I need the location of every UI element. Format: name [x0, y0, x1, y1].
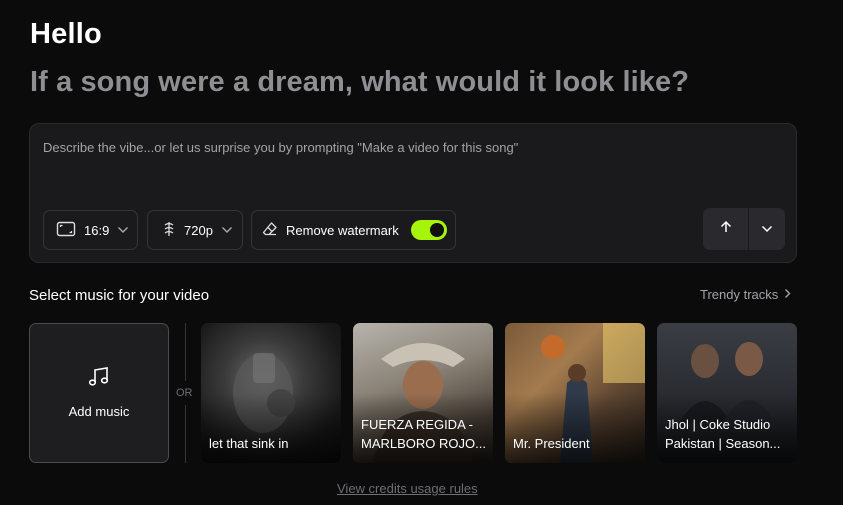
aspect-ratio-select[interactable]: 16:9 — [43, 210, 138, 250]
track-title: let that sink in — [209, 436, 289, 451]
track-card[interactable]: Mr. President — [505, 323, 645, 463]
chevron-down-icon — [221, 226, 233, 234]
track-card[interactable]: FUERZA REGIDA - MARLBORO ROJO... — [353, 323, 493, 463]
prompt-panel: Describe the vibe...or let us surprise y… — [29, 123, 797, 263]
divider — [185, 323, 186, 381]
page-subtitle: If a song were a dream, what would it lo… — [30, 66, 690, 98]
eraser-icon — [262, 221, 278, 240]
arrow-up-icon — [719, 220, 733, 239]
or-separator: OR — [176, 387, 193, 399]
chevron-down-icon — [761, 220, 773, 238]
track-title: Mr. President — [513, 436, 590, 451]
music-section-title: Select music for your video — [29, 287, 210, 304]
resolution-value: 720p — [184, 222, 213, 238]
resolution-icon — [162, 220, 176, 241]
resolution-select[interactable]: 720p — [147, 210, 243, 250]
credits-usage-link[interactable]: View credits usage rules — [337, 481, 478, 496]
send-button-group — [703, 208, 785, 250]
greeting-title: Hello — [30, 18, 102, 50]
toggle-knob — [430, 223, 444, 237]
add-music-button[interactable]: Add music — [29, 323, 169, 463]
divider — [185, 405, 186, 463]
track-card[interactable]: let that sink in — [201, 323, 341, 463]
remove-watermark-control: Remove watermark — [251, 210, 456, 250]
music-note-icon — [88, 367, 110, 392]
trendy-tracks-link[interactable]: Trendy tracks — [700, 287, 791, 302]
send-button[interactable] — [703, 208, 749, 250]
aspect-ratio-icon — [56, 221, 76, 240]
add-music-label: Add music — [68, 404, 130, 419]
track-title: Jhol | Coke Studio Pakistan | Season... — [665, 417, 781, 451]
send-options-button[interactable] — [749, 208, 785, 250]
aspect-ratio-value: 16:9 — [84, 222, 110, 238]
chevron-down-icon — [117, 226, 129, 234]
chevron-right-icon — [784, 287, 791, 302]
remove-watermark-toggle[interactable] — [411, 220, 447, 240]
prompt-input[interactable]: Describe the vibe...or let us surprise y… — [43, 140, 518, 155]
trendy-tracks-label: Trendy tracks — [700, 287, 779, 302]
track-title: FUERZA REGIDA - MARLBORO ROJO... — [361, 417, 486, 451]
remove-watermark-label: Remove watermark — [286, 222, 399, 238]
track-card[interactable]: Jhol | Coke Studio Pakistan | Season... — [657, 323, 797, 463]
